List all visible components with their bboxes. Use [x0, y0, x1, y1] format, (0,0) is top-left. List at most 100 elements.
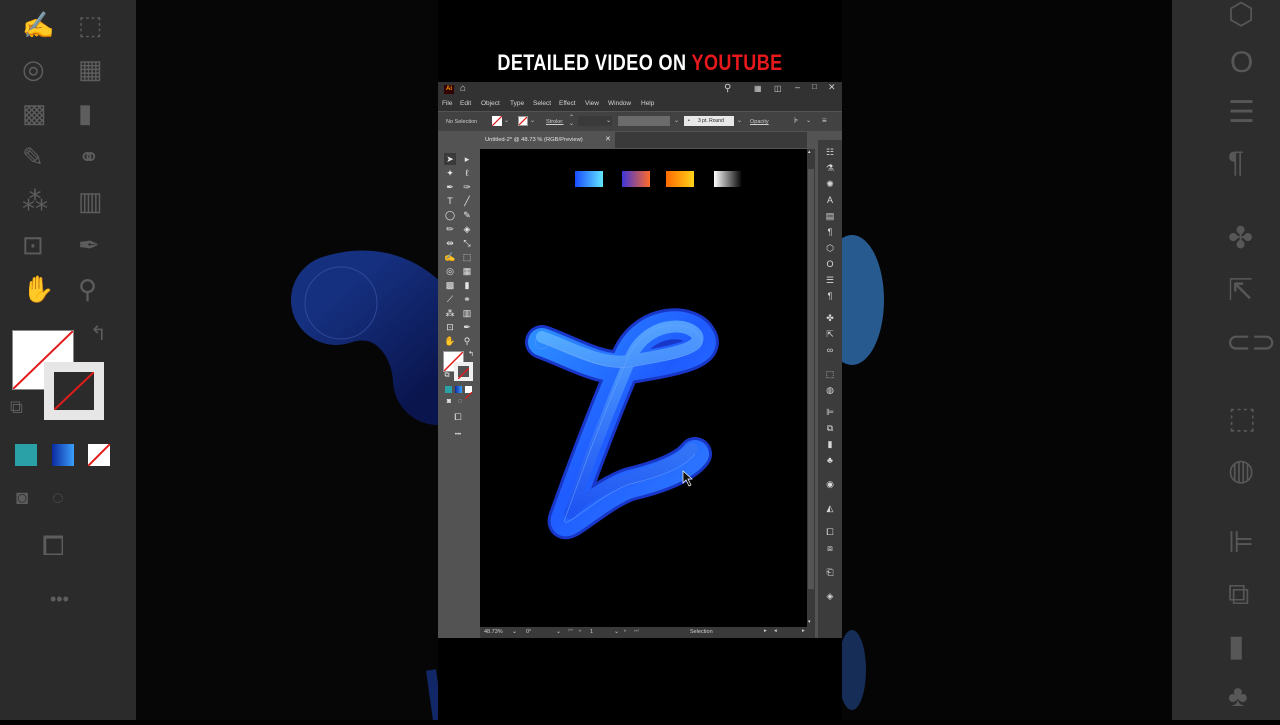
magic-wand-tool-icon[interactable]: ✦	[444, 167, 456, 179]
transform-icon[interactable]: ⬚	[824, 368, 836, 380]
brush-dropdown-icon[interactable]: ⌄	[737, 117, 742, 124]
search-icon[interactable]: ⚲	[724, 83, 731, 94]
menu-select[interactable]: Select	[533, 100, 551, 107]
puppet-warp-icon[interactable]: ✤	[824, 312, 836, 324]
appearance-icon[interactable]: ◍	[824, 384, 836, 396]
stroke-panel-icon[interactable]: ▤	[824, 210, 836, 222]
character-icon[interactable]: A	[824, 194, 836, 206]
zoom-dropdown-icon[interactable]: ⌄	[512, 628, 517, 635]
free-transform-tool-icon[interactable]: ⬚	[461, 251, 473, 263]
paintbrush-tool-icon[interactable]: ✎	[461, 209, 473, 221]
curvature-tool-icon[interactable]: ✑	[461, 181, 473, 193]
reflect-tool-icon[interactable]: ⇹	[444, 237, 456, 249]
screen-mode-icon[interactable]: ⧠	[452, 411, 464, 423]
edit-toolbar-icon[interactable]: •••	[452, 429, 464, 441]
rotation-dropdown-icon[interactable]: ⌄	[556, 628, 561, 635]
last-artboard-icon[interactable]: ⏭	[634, 628, 639, 635]
variable-width-profile[interactable]	[618, 116, 670, 126]
workspace-icon[interactable]: ▦	[754, 84, 762, 93]
paragraph-styles-icon[interactable]: ☰	[824, 274, 836, 286]
align-icon[interactable]: ⊫	[824, 406, 836, 418]
scroll-right-icon[interactable]: ▸	[802, 628, 805, 634]
graphic-styles-icon[interactable]: ◉	[824, 478, 836, 490]
properties-icon[interactable]: ☷	[824, 146, 836, 158]
fill-color-control[interactable]	[491, 115, 503, 127]
control-menu-icon[interactable]: ≡	[822, 116, 827, 125]
gradient-swatch-white-black[interactable]	[714, 171, 742, 187]
transparency-icon[interactable]: ◭	[824, 502, 836, 514]
artwork-svg[interactable]	[480, 149, 807, 627]
tab-close-icon[interactable]: ✕	[605, 135, 611, 143]
scroll-down-icon[interactable]: ▾	[808, 619, 811, 625]
none-mode-button[interactable]	[464, 386, 473, 400]
artboard-number[interactable]: 1	[590, 629, 593, 635]
lasso-tool-icon[interactable]: ℓ	[461, 167, 473, 179]
next-artboard-icon[interactable]: ▸	[624, 628, 627, 634]
scale-tool-icon[interactable]: ⤡	[461, 237, 473, 249]
artboard-dropdown-icon[interactable]: ⌄	[614, 628, 619, 635]
brush-definition[interactable]: • 3 pt. Round	[684, 116, 734, 126]
menu-effect[interactable]: Effect	[559, 100, 576, 107]
menu-window[interactable]: Window	[608, 100, 631, 107]
menu-view[interactable]: View	[585, 100, 599, 107]
menu-help[interactable]: Help	[641, 100, 654, 107]
ellipse-tool-icon[interactable]: ◯	[444, 209, 456, 221]
menu-file[interactable]: File	[442, 100, 452, 107]
pathfinder-icon[interactable]: ⧉	[824, 422, 836, 434]
fill-dropdown-icon[interactable]: ⌄	[504, 117, 509, 124]
blend-tool-icon[interactable]: ⚭	[461, 293, 473, 305]
menu-object[interactable]: Object	[481, 100, 500, 107]
color-mode-button[interactable]	[445, 386, 452, 393]
stroke-dropdown-icon[interactable]: ⌄	[530, 117, 535, 124]
gradient-panel-icon[interactable]: ▮	[824, 438, 836, 450]
zoom-level[interactable]: 48.73%	[484, 629, 503, 635]
recolor-icon[interactable]: ⊧	[794, 116, 798, 125]
artboard-canvas[interactable]	[480, 149, 807, 627]
close-icon[interactable]: ✕	[828, 82, 836, 93]
stroke-label[interactable]: Stroke:	[546, 119, 563, 125]
mesh-tool-icon[interactable]: ▩	[444, 279, 456, 291]
stroke-swatch[interactable]	[454, 362, 473, 381]
libraries-icon[interactable]: ⚗	[824, 162, 836, 174]
symbols-icon[interactable]: ♣	[824, 454, 836, 466]
home-icon[interactable]: ⌂	[460, 83, 466, 94]
line-tool-icon[interactable]: ╱	[461, 195, 473, 207]
gradient-swatch-blue-cyan[interactable]	[575, 171, 603, 187]
eraser-tool-icon[interactable]: ◈	[461, 223, 473, 235]
asset-export-icon[interactable]: ⇱	[824, 328, 836, 340]
stroke-weight-dropdown-icon[interactable]: ⌄	[606, 117, 611, 124]
direct-selection-tool-icon[interactable]: ▸	[461, 153, 473, 165]
hand-tool-icon[interactable]: ✋	[444, 335, 456, 347]
minimize-icon[interactable]: –	[795, 82, 800, 92]
artboards-icon[interactable]: ⧠	[824, 526, 836, 538]
pen-tool-icon[interactable]: ✒	[444, 181, 456, 193]
gradient-tool-icon[interactable]: ▮	[461, 279, 473, 291]
pencil-tool-icon[interactable]: ✏	[444, 223, 456, 235]
asset-icon[interactable]: ⎗	[824, 566, 836, 578]
scrollbar-thumb[interactable]	[808, 169, 814, 589]
color-icon[interactable]: ✺	[824, 178, 836, 190]
stroke-color-control[interactable]	[518, 116, 528, 126]
menu-edit[interactable]: Edit	[460, 100, 471, 107]
profile-dropdown-icon[interactable]: ⌄	[674, 117, 679, 124]
scroll-up-icon[interactable]: ▴	[808, 149, 811, 155]
maximize-icon[interactable]: □	[812, 82, 817, 91]
recolor-dropdown-icon[interactable]: ⌄	[806, 117, 811, 124]
artboard-tool-icon[interactable]: ⊡	[444, 321, 456, 333]
links-icon[interactable]: ∞	[824, 344, 836, 356]
opacity-label[interactable]: Opacity	[750, 119, 769, 125]
perspective-grid-tool-icon[interactable]: ▦	[461, 265, 473, 277]
type-tool-icon[interactable]: T	[444, 195, 456, 207]
zoom-tool-icon[interactable]: ⚲	[461, 335, 473, 347]
slice-tool-icon[interactable]: ✒	[461, 321, 473, 333]
selection-tool-icon[interactable]: ➤	[444, 153, 456, 165]
default-fill-stroke-icon[interactable]: ⧉	[441, 370, 453, 382]
layers-icon[interactable]: ◈	[824, 590, 836, 602]
layers-panel-icon[interactable]: ⧈	[824, 542, 836, 554]
glyphs-icon[interactable]: O	[824, 258, 836, 270]
3d-icon[interactable]: ⬡	[824, 242, 836, 254]
shape-builder-tool-icon[interactable]: ◎	[444, 265, 456, 277]
gradient-swatch-orange-yellow[interactable]	[666, 171, 694, 187]
previous-artboard-icon[interactable]: ◂	[578, 628, 581, 634]
arrange-documents-icon[interactable]: ◫	[774, 84, 782, 93]
